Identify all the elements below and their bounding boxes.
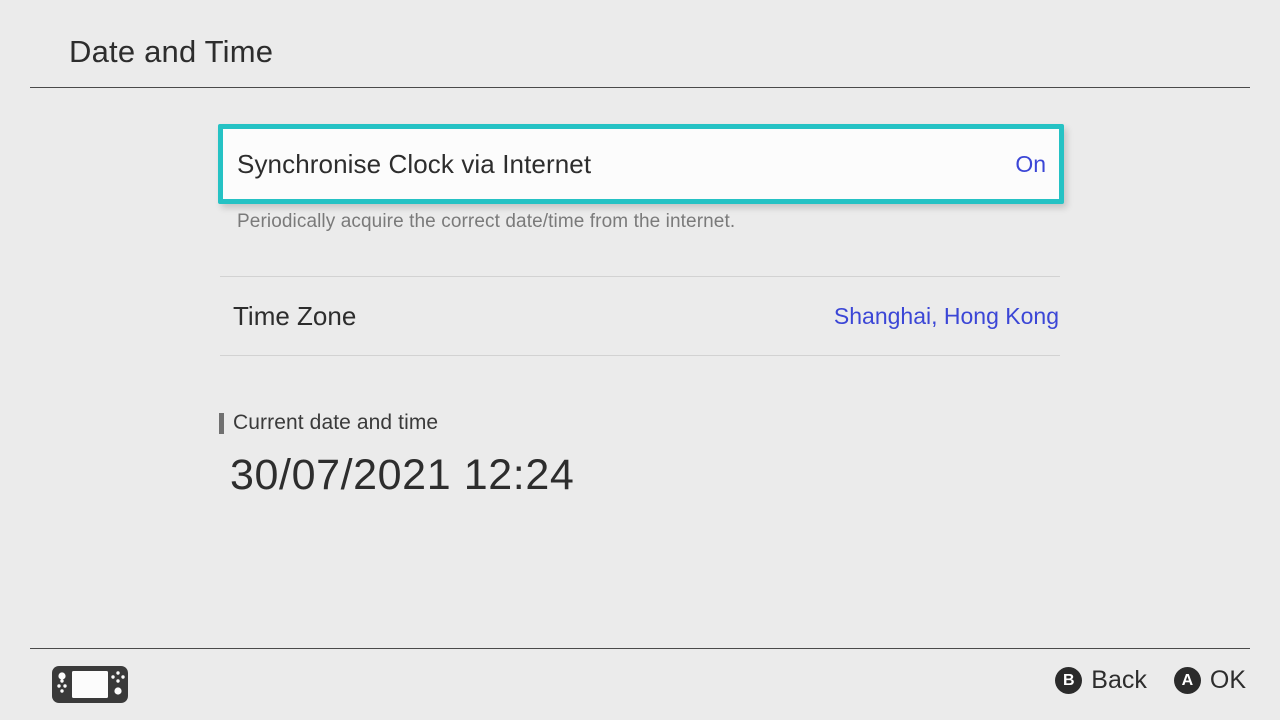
footer-action-ok-label: OK [1209,666,1246,694]
switch-console-icon [52,666,128,708]
accent-bar-icon [219,412,224,434]
page-title: Date and Time [69,34,274,69]
page-header: Date and Time [0,0,1280,88]
a-button-icon: A [1173,667,1201,694]
current-datetime-value: 30/07/2021 12:24 [230,451,575,499]
current-datetime-label: Current date and time [233,411,439,434]
footer-divider [30,648,1250,649]
current-datetime-block: Current date and time 30/07/2021 12:24 [219,410,919,500]
footer-action-back-label: Back [1091,666,1147,694]
current-datetime-heading: Current date and time [219,410,919,436]
settings-content: Synchronise Clock via Internet On Period… [0,88,1280,648]
footer-action-ok[interactable]: A OK [1173,666,1246,695]
setting-label-time-zone: Time Zone [233,300,357,331]
setting-value-time-zone: Shanghai, Hong Kong [833,302,1059,329]
setting-row-sync-clock-inner[interactable]: Synchronise Clock via Internet On [223,129,1059,199]
setting-row-sync-clock[interactable]: Synchronise Clock via Internet On [218,124,1064,204]
footer-action-back[interactable]: B Back [1055,666,1147,695]
footer-actions: B Back A OK [1055,666,1246,695]
setting-value-sync-clock: On [1015,150,1046,177]
b-button-icon: B [1055,667,1083,694]
setting-description-sync-clock: Periodically acquire the correct date/ti… [237,211,736,232]
page-footer: B Back A OK [0,648,1280,720]
setting-row-time-zone[interactable]: Time Zone Shanghai, Hong Kong [220,276,1060,356]
setting-label-sync-clock: Synchronise Clock via Internet [237,148,592,179]
